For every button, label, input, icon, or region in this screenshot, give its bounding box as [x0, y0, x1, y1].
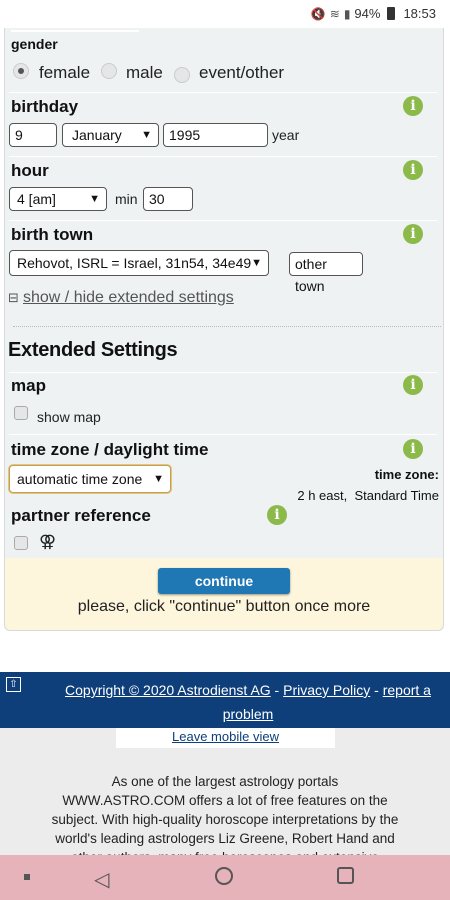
continue-note: please, click "continue" button once mor… — [77, 598, 371, 615]
back-icon[interactable]: ◁ — [94, 867, 109, 892]
partner-symbol-icon: ⚢ — [39, 532, 57, 551]
chevron-down-icon: ▼ — [153, 473, 164, 485]
toggle-extended-settings-link[interactable]: show / hide extended settings — [23, 289, 234, 307]
status-right: 🔇 ≋ ▮ 94% 18:53 — [311, 6, 436, 21]
birth-data-form: gender female male event/other birthday … — [4, 28, 444, 631]
timezone-value: 2 h east, Standard Time — [297, 488, 439, 503]
birthday-info-icon[interactable]: i — [403, 96, 423, 116]
wifi-icon: ≋ — [329, 6, 340, 21]
about-section: Leave mobile view As one of the largest … — [0, 728, 450, 884]
gender-other-radio[interactable] — [174, 67, 190, 83]
divider — [9, 92, 437, 93]
battery-level: 94% — [354, 6, 381, 21]
copyright-link[interactable]: Copyright © 2020 Astrodienst AG — [65, 682, 271, 698]
timezone-label: time zone: — [374, 467, 439, 482]
divider — [9, 220, 437, 221]
gender-male-radio[interactable] — [101, 63, 117, 79]
continue-area: continue please, click "continue" button… — [5, 558, 443, 630]
dotted-divider — [13, 326, 441, 327]
birth-town-info-icon[interactable]: i — [403, 224, 423, 244]
birthday-title: birthday — [11, 97, 79, 116]
divider — [9, 372, 437, 373]
gender-male-label[interactable]: male — [126, 63, 163, 83]
home-icon[interactable] — [215, 867, 233, 885]
mute-icon: 🔇 — [310, 6, 326, 21]
back-to-top-icon[interactable]: ⇧ — [6, 677, 21, 692]
chevron-down-icon: ▼ — [89, 193, 100, 205]
birth-town-value: Rehovot, ISRL = Israel, 31n54, 34e49 — [17, 255, 252, 271]
chevron-down-icon: ▼ — [141, 129, 152, 141]
gender-female-radio[interactable] — [13, 63, 29, 79]
collapse-icon[interactable]: ⊟ — [8, 290, 19, 306]
recent-apps-icon[interactable] — [337, 867, 354, 884]
divider — [9, 434, 437, 435]
menu-dot-icon[interactable] — [24, 874, 30, 880]
map-title: map — [11, 376, 46, 395]
footer-separator: - — [270, 682, 284, 698]
birth-day-input[interactable]: 9 — [9, 123, 57, 147]
partner-checkbox[interactable] — [14, 536, 28, 550]
timezone-select-value: automatic time zone — [17, 471, 143, 487]
footer-bar: ⇧ Copyright © 2020 Astrodienst AG - Priv… — [0, 672, 450, 728]
timezone-select[interactable]: automatic time zone ▼ — [9, 465, 171, 493]
birth-town-title: birth town — [11, 225, 94, 244]
map-info-icon[interactable]: i — [403, 375, 423, 395]
hour-info-icon[interactable]: i — [403, 160, 423, 180]
signal-icon: ▮ — [343, 6, 351, 21]
timezone-info-icon[interactable]: i — [403, 439, 423, 459]
birth-month-select[interactable]: January ▼ — [62, 123, 159, 147]
partner-info-icon[interactable]: i — [267, 505, 287, 525]
birth-month-value: January — [72, 127, 122, 143]
birth-year-input[interactable]: 1995 — [163, 123, 268, 147]
android-nav-bar: ◁ — [0, 855, 450, 900]
battery-icon — [387, 7, 396, 20]
gender-title: gender — [11, 36, 58, 52]
footer-links: Copyright © 2020 Astrodienst AG - Privac… — [50, 678, 446, 726]
footer-separator: - — [370, 682, 383, 698]
birth-minute-input[interactable]: 30 — [143, 187, 193, 211]
extended-settings-heading: Extended Settings — [8, 339, 178, 361]
status-bar: 🔇 ≋ ▮ 94% 18:53 — [0, 0, 450, 28]
hour-title: hour — [11, 161, 49, 180]
chevron-down-icon: ▼ — [251, 257, 262, 269]
continue-button[interactable]: continue — [158, 568, 290, 594]
other-town-button[interactable]: other town — [289, 252, 363, 294]
gender-other-label[interactable]: event/other — [199, 63, 284, 83]
gender-female-label[interactable]: female — [39, 63, 90, 83]
partner-reference-title: partner reference — [11, 506, 151, 525]
timezone-title: time zone / daylight time — [11, 440, 209, 459]
minute-label: min — [115, 191, 138, 207]
year-label: year — [272, 127, 300, 143]
divider — [9, 156, 437, 157]
birth-hour-select[interactable]: 4 [am] ▼ — [9, 187, 107, 211]
leave-mobile-box: Leave mobile view — [116, 728, 335, 748]
show-map-checkbox[interactable] — [14, 406, 28, 420]
top-divider — [11, 30, 139, 32]
leave-mobile-view-link[interactable]: Leave mobile view — [172, 729, 279, 744]
birth-hour-value: 4 [am] — [17, 191, 56, 207]
privacy-policy-link[interactable]: Privacy Policy — [283, 682, 370, 698]
birth-town-select[interactable]: Rehovot, ISRL = Israel, 31n54, 34e49 ▼ — [9, 250, 269, 276]
show-map-label[interactable]: show map — [37, 409, 101, 425]
clock: 18:53 — [403, 6, 436, 21]
